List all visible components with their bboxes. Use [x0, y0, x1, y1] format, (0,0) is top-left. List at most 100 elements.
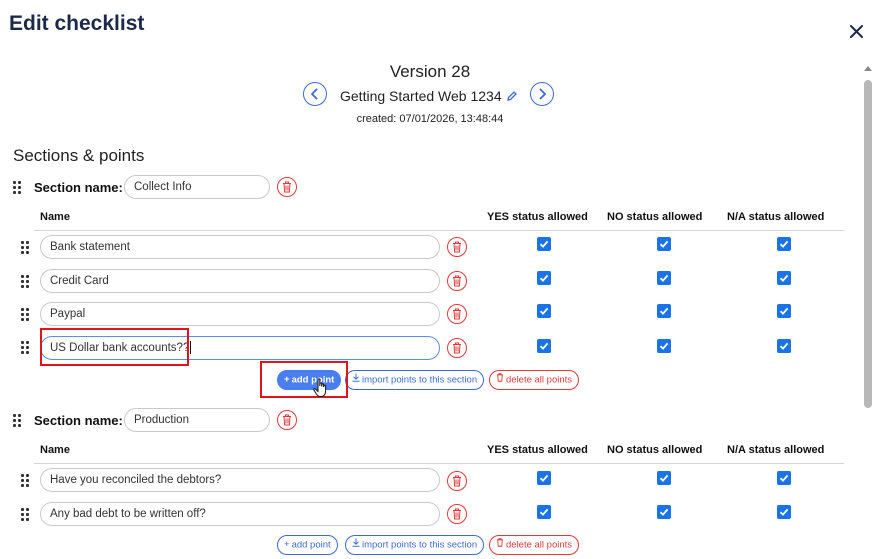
yes-allowed-checkbox[interactable]	[537, 271, 551, 285]
checkmark-icon	[539, 307, 549, 315]
na-allowed-checkbox[interactable]	[777, 339, 791, 353]
version-label: Version 28	[389, 62, 471, 81]
previous-version-button[interactable]	[303, 82, 327, 106]
scrollbar[interactable]	[862, 64, 874, 559]
checkmark-icon	[779, 240, 789, 248]
point-name-input[interactable]: Bank statement	[40, 235, 440, 259]
trash-icon	[453, 241, 461, 253]
delete-all-points-label: delete all points	[506, 374, 573, 386]
edit-checklist-modal: Edit checklist Version 28 Getting Starte…	[0, 0, 874, 559]
no-allowed-checkbox[interactable]	[657, 505, 671, 519]
add-point-button[interactable]: + add point	[277, 535, 338, 555]
point-name-input[interactable]: Have you reconciled the debtors?	[40, 468, 440, 492]
checkmark-icon	[779, 307, 789, 315]
edit-name-pencil-icon[interactable]	[506, 89, 518, 107]
point-drag-handle-icon[interactable]	[21, 308, 29, 321]
section-name-label: Section name:	[34, 180, 123, 195]
hand-cursor-icon	[313, 378, 329, 403]
delete-point-button[interactable]	[447, 304, 467, 324]
na-allowed-checkbox[interactable]	[777, 271, 791, 285]
yes-allowed-checkbox[interactable]	[537, 339, 551, 353]
section-name-input[interactable]: Production	[124, 408, 270, 432]
no-allowed-checkbox[interactable]	[657, 271, 671, 285]
delete-point-button[interactable]	[447, 504, 467, 524]
yes-allowed-checkbox[interactable]	[537, 237, 551, 251]
section-drag-handle-icon[interactable]	[13, 181, 21, 194]
next-version-button[interactable]	[530, 82, 554, 106]
scrollbar-thumb[interactable]	[864, 80, 872, 408]
section-name-label: Section name:	[34, 413, 123, 428]
section-drag-handle-icon[interactable]	[13, 414, 21, 427]
trash-icon	[453, 508, 461, 520]
delete-point-button[interactable]	[447, 237, 467, 257]
plus-icon: +	[284, 539, 290, 550]
trash-icon	[453, 308, 461, 320]
created-timestamp: created: 07/01/2026, 13:48:44	[356, 113, 504, 125]
download-icon	[352, 371, 360, 389]
trash-icon	[453, 475, 461, 487]
na-allowed-checkbox[interactable]	[777, 505, 791, 519]
import-points-button[interactable]: import points to this section	[345, 370, 485, 390]
column-name-header: Name	[40, 211, 70, 223]
point-drag-handle-icon[interactable]	[21, 341, 29, 354]
column-na-header: N/A status allowed	[727, 211, 825, 223]
checkmark-icon	[659, 508, 669, 516]
point-name-input[interactable]: Paypal	[40, 302, 440, 326]
section-name-input[interactable]: Collect Info	[124, 175, 270, 199]
point-drag-handle-icon[interactable]	[21, 508, 29, 521]
checkmark-icon	[779, 474, 789, 482]
delete-section-button[interactable]	[277, 177, 297, 197]
yes-allowed-checkbox[interactable]	[537, 505, 551, 519]
trash-icon	[496, 371, 504, 389]
checkmark-icon	[539, 474, 549, 482]
point-drag-handle-icon[interactable]	[21, 241, 29, 254]
text-caret	[190, 341, 192, 355]
checkmark-icon	[539, 508, 549, 516]
chevron-left-icon	[310, 88, 318, 100]
close-icon[interactable]	[846, 20, 868, 42]
no-allowed-checkbox[interactable]	[657, 304, 671, 318]
scroll-up-arrow-icon[interactable]	[864, 66, 872, 71]
trash-icon	[453, 342, 461, 354]
no-allowed-checkbox[interactable]	[657, 339, 671, 353]
delete-all-points-button[interactable]: delete all points	[489, 370, 580, 390]
yes-allowed-checkbox[interactable]	[537, 304, 551, 318]
checkmark-icon	[779, 342, 789, 350]
delete-section-button[interactable]	[277, 410, 297, 430]
no-allowed-checkbox[interactable]	[657, 471, 671, 485]
na-allowed-checkbox[interactable]	[777, 304, 791, 318]
delete-point-button[interactable]	[447, 338, 467, 358]
import-points-button[interactable]: import points to this section	[345, 535, 485, 555]
na-allowed-checkbox[interactable]	[777, 471, 791, 485]
no-allowed-checkbox[interactable]	[657, 237, 671, 251]
point-name-input[interactable]: Credit Card	[40, 269, 440, 293]
checkmark-icon	[659, 342, 669, 350]
checkmark-icon	[539, 240, 549, 248]
column-no-header: NO status allowed	[607, 211, 703, 223]
add-point-button[interactable]: + add point	[277, 370, 342, 390]
point-name-input[interactable]: Any bad debt to be written off?	[40, 502, 440, 526]
sections-title: Sections & points	[13, 146, 145, 165]
point-drag-handle-icon[interactable]	[21, 474, 29, 487]
chevron-right-icon	[539, 88, 547, 100]
checkmark-icon	[659, 474, 669, 482]
delete-point-button[interactable]	[447, 471, 467, 491]
import-points-label: import points to this section	[362, 374, 478, 386]
checkmark-icon	[779, 508, 789, 516]
checklist-name: Getting Started Web 1234	[340, 88, 502, 104]
checkmark-icon	[659, 307, 669, 315]
import-points-label: import points to this section	[362, 539, 478, 551]
checkmark-icon	[659, 240, 669, 248]
delete-all-points-button[interactable]: delete all points	[489, 535, 580, 555]
point-drag-handle-icon[interactable]	[21, 275, 29, 288]
point-name-input-focused[interactable]: US Dollar bank accounts??	[40, 336, 440, 360]
column-yes-header: YES status allowed	[487, 444, 588, 456]
trash-icon	[496, 536, 504, 554]
yes-allowed-checkbox[interactable]	[537, 471, 551, 485]
delete-all-points-label: delete all points	[506, 539, 573, 551]
delete-point-button[interactable]	[447, 271, 467, 291]
download-icon	[352, 536, 360, 554]
checkmark-icon	[539, 342, 549, 350]
column-name-header: Name	[40, 444, 70, 456]
na-allowed-checkbox[interactable]	[777, 237, 791, 251]
